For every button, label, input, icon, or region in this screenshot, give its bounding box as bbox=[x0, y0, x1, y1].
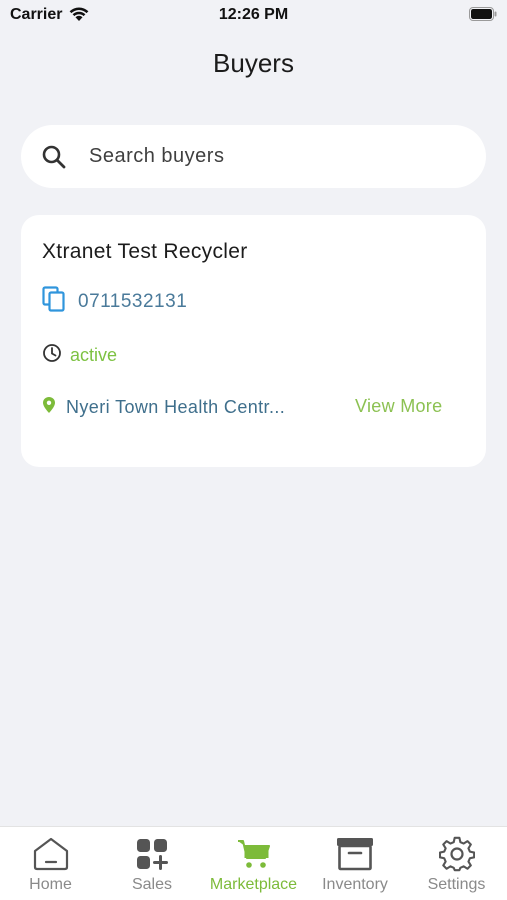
location-pin-icon bbox=[42, 396, 56, 419]
archive-box-icon bbox=[336, 836, 374, 872]
page-title: Buyers bbox=[213, 48, 294, 78]
tab-marketplace-label: Marketplace bbox=[209, 876, 298, 893]
buyer-phone-row[interactable]: 0711532131 bbox=[42, 286, 187, 317]
search-input[interactable] bbox=[87, 144, 451, 169]
tab-home[interactable]: Home bbox=[0, 827, 101, 900]
buyer-location: Nyeri Town Health Centr... bbox=[66, 397, 286, 417]
copy-icon[interactable] bbox=[42, 286, 66, 317]
grid-plus-icon bbox=[136, 836, 168, 872]
search-bar[interactable] bbox=[21, 125, 486, 188]
tab-sales-label: Sales bbox=[131, 876, 173, 893]
gear-icon bbox=[438, 836, 475, 872]
tab-settings[interactable]: Settings bbox=[406, 827, 507, 900]
search-icon bbox=[41, 144, 67, 170]
cart-icon bbox=[237, 836, 271, 872]
buyer-location-row: Nyeri Town Health Centr... View More bbox=[42, 396, 462, 419]
battery-icon bbox=[469, 7, 497, 21]
tab-home-label: Home bbox=[29, 876, 72, 893]
tab-sales[interactable]: Sales bbox=[102, 827, 203, 900]
buyer-status-row: active bbox=[42, 343, 117, 368]
buyer-phone: 0711532131 bbox=[78, 290, 188, 312]
status-bar: Carrier 12:26 PM bbox=[0, 0, 507, 32]
tab-inventory-label: Inventory bbox=[322, 876, 388, 893]
tab-bar: Home Sales Marketplace Inventory Setting… bbox=[0, 826, 507, 900]
tab-inventory[interactable]: Inventory bbox=[305, 827, 406, 900]
view-more-link[interactable]: View More bbox=[355, 396, 442, 417]
tab-settings-label: Settings bbox=[427, 876, 486, 893]
buyer-card[interactable]: Xtranet Test Recycler 0711532131 active … bbox=[21, 215, 486, 467]
buyer-status: active bbox=[70, 345, 118, 365]
home-icon bbox=[32, 836, 70, 872]
tab-marketplace[interactable]: Marketplace bbox=[203, 827, 304, 900]
clock-icon bbox=[42, 343, 62, 368]
clock: 12:26 PM bbox=[218, 6, 289, 23]
buyer-name: Xtranet Test Recycler bbox=[42, 240, 248, 263]
